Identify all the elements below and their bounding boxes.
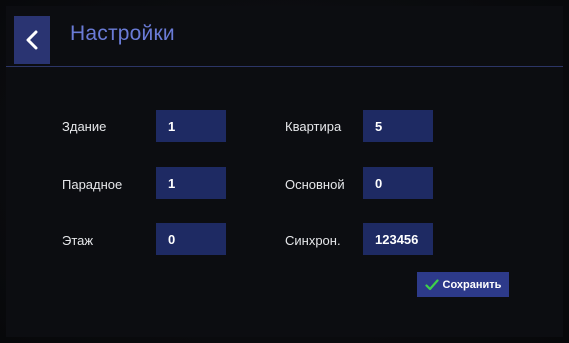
save-button-label: Сохранить [442,278,502,291]
save-button[interactable]: Сохранить [417,272,509,297]
apartment-field[interactable]: 5 [363,110,433,142]
sync-field[interactable]: 123456 [363,223,433,255]
building-label: Здание [62,119,107,134]
entrance-field[interactable]: 1 [156,167,226,199]
page-title: Настройки [70,22,175,45]
header-bar: Настройки [6,6,563,67]
back-button[interactable] [14,16,50,64]
floor-field[interactable]: 0 [156,223,226,255]
check-icon [424,278,439,290]
main-label: Основной [285,177,345,192]
settings-screen: Настройки Здание 1 Квартира 5 Парадное 1… [6,6,563,337]
floor-label: Этаж [62,233,94,248]
building-field[interactable]: 1 [156,110,226,142]
sync-label: Синхрон. [285,233,341,248]
main-field[interactable]: 0 [363,167,433,199]
chevron-left-icon [26,30,38,50]
entrance-label: Парадное [62,177,123,192]
apartment-label: Квартира [285,119,342,134]
